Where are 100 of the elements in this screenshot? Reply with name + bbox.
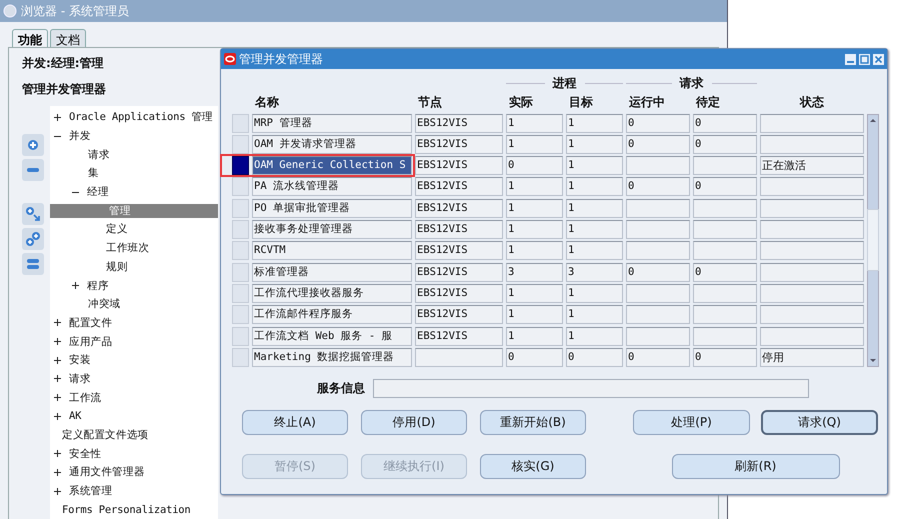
table-cell[interactable] <box>760 114 864 133</box>
table-cell[interactable]: OAM Generic Collection S <box>252 156 412 176</box>
table-cell[interactable]: EBS12VIS <box>415 220 503 240</box>
table-cell[interactable] <box>760 262 864 282</box>
service-info-field[interactable] <box>373 378 809 398</box>
table-cell[interactable]: 1 <box>506 134 563 154</box>
tree-item[interactable]: 经理 <box>84 185 112 200</box>
table-cell[interactable]: EBS12VIS <box>415 198 503 218</box>
table-cell[interactable]: 1 <box>566 114 623 133</box>
tree-item[interactable]: Forms Personalization <box>59 504 194 516</box>
tab[interactable]: 功能 <box>12 29 48 47</box>
table-cell[interactable]: 1 <box>566 220 623 240</box>
table-cell[interactable] <box>693 241 757 260</box>
expand-icon[interactable] <box>53 112 62 122</box>
table-cell[interactable]: 0 <box>506 156 563 176</box>
table-cell[interactable] <box>693 156 757 176</box>
table-cell[interactable]: 1 <box>566 284 623 303</box>
table-cell[interactable]: 1 <box>506 241 563 260</box>
table-cell[interactable]: 0 <box>693 348 757 367</box>
table-cell[interactable]: 0 <box>626 114 690 133</box>
table-cell[interactable]: 0 <box>693 177 757 196</box>
scrollbar[interactable] <box>867 114 879 367</box>
table-cell[interactable] <box>693 198 757 218</box>
tree-item[interactable]: 冲突域 <box>85 297 124 312</box>
table-cell[interactable]: OAM 并发请求管理器 <box>252 134 412 154</box>
table-cell[interactable] <box>760 198 864 218</box>
table-cell[interactable]: 0 <box>626 177 690 196</box>
table-cell[interactable] <box>626 305 690 324</box>
tree-item[interactable]: 并发 <box>66 129 94 144</box>
table-cell[interactable]: EBS12VIS <box>415 305 503 324</box>
tree-item[interactable]: 定义 <box>103 222 131 236</box>
tree-item[interactable]: 应用产品 <box>66 334 116 349</box>
tree-item[interactable]: 程序 <box>84 278 112 293</box>
table-cell[interactable] <box>415 348 503 367</box>
table-cell[interactable] <box>760 326 864 346</box>
collapse-all-icon[interactable] <box>22 253 44 275</box>
expand-all-icon[interactable] <box>22 228 44 250</box>
table-cell[interactable]: 3 <box>506 262 563 282</box>
expand-branch-icon[interactable] <box>22 203 44 225</box>
expand-icon[interactable] <box>53 393 62 402</box>
table-cell[interactable] <box>760 284 864 303</box>
table-cell[interactable]: PO 单据审批管理器 <box>252 198 412 218</box>
table-cell[interactable]: EBS12VIS <box>415 177 503 196</box>
table-cell[interactable]: 0 <box>566 348 623 367</box>
table-cell[interactable]: Marketing 数据挖掘管理器 <box>252 348 412 367</box>
expand-icon[interactable] <box>53 449 62 458</box>
table-cell[interactable] <box>693 284 757 303</box>
table-cell[interactable]: 1 <box>506 114 563 133</box>
expand-icon[interactable] <box>53 356 62 365</box>
scroll-thumb[interactable] <box>867 209 879 272</box>
action-button[interactable]: 重新开始(B) <box>480 410 586 435</box>
table-cell[interactable]: PA 流水线管理器 <box>252 177 412 196</box>
table-cell[interactable]: EBS12VIS <box>415 114 503 133</box>
tree-item[interactable]: 通用文件管理器 <box>66 465 148 480</box>
table-cell[interactable]: EBS12VIS <box>415 156 503 176</box>
table-cell[interactable] <box>626 156 690 176</box>
tree-item[interactable]: Oracle Applications 管理 <box>66 110 216 124</box>
table-cell[interactable]: RCVTM <box>252 241 412 260</box>
table-cell[interactable] <box>626 284 690 303</box>
table-cell[interactable] <box>693 305 757 324</box>
tree-item[interactable]: 系统管理 <box>66 484 116 498</box>
table-cell[interactable]: 1 <box>566 305 623 324</box>
action-button[interactable]: 终止(A) <box>242 410 348 435</box>
expand-icon[interactable] <box>53 337 62 346</box>
table-cell[interactable]: 1 <box>506 177 563 196</box>
expand-icon[interactable] <box>71 281 80 290</box>
table-cell[interactable] <box>626 326 690 346</box>
table-cell[interactable]: 0 <box>693 114 757 133</box>
table-cell[interactable]: 停用 <box>760 348 864 367</box>
tree-item[interactable]: 规则 <box>103 260 131 274</box>
table-cell[interactable]: 1 <box>506 220 563 240</box>
table-cell[interactable]: 0 <box>693 134 757 154</box>
table-cell[interactable] <box>760 305 864 324</box>
expand-icon[interactable] <box>53 374 62 384</box>
table-cell[interactable]: EBS12VIS <box>415 284 503 303</box>
table-cell[interactable] <box>760 220 864 240</box>
table-cell[interactable] <box>693 220 757 240</box>
table-cell[interactable]: 1 <box>506 284 563 303</box>
tree-item[interactable]: 安装 <box>66 353 94 368</box>
minimize-icon[interactable] <box>845 54 856 64</box>
tree-item[interactable]: 定义配置文件选项 <box>59 428 152 442</box>
table-cell[interactable]: 正在激活 <box>760 156 864 176</box>
table-cell[interactable]: 1 <box>506 326 563 346</box>
table-cell[interactable]: 接收事务处理管理器 <box>252 220 412 240</box>
tree-item[interactable]: 集 <box>85 166 102 180</box>
table-cell[interactable]: MRP 管理器 <box>252 114 412 133</box>
table-cell[interactable]: 0 <box>626 134 690 154</box>
table-cell[interactable]: EBS12VIS <box>415 326 503 346</box>
expand-icon[interactable] <box>53 486 62 496</box>
close-icon[interactable] <box>873 54 884 64</box>
tree-item[interactable]: 请求 <box>66 372 94 386</box>
table-cell[interactable]: 1 <box>506 305 563 324</box>
table-cell[interactable]: 1 <box>566 156 623 176</box>
tree-item[interactable]: 请求 <box>85 148 113 162</box>
tab[interactable]: 文档 <box>50 29 86 47</box>
table-cell[interactable]: 1 <box>566 134 623 154</box>
row-selector[interactable] <box>232 156 249 176</box>
expand-icon[interactable] <box>53 468 62 477</box>
table-cell[interactable]: 1 <box>566 177 623 196</box>
table-cell[interactable]: 1 <box>566 198 623 218</box>
